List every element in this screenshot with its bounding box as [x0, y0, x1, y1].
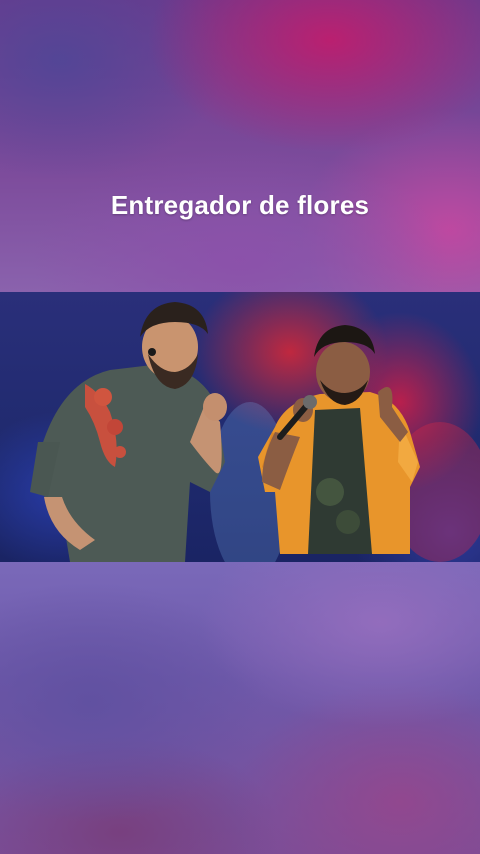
video-frame-illustration	[30, 302, 480, 562]
post-caption: Entregador de flores	[110, 190, 370, 220]
story-screen: Entregador de flores	[0, 0, 480, 854]
blurred-background-bottom	[0, 562, 480, 854]
video-player[interactable]	[0, 292, 480, 562]
blurred-background-top	[0, 0, 480, 292]
